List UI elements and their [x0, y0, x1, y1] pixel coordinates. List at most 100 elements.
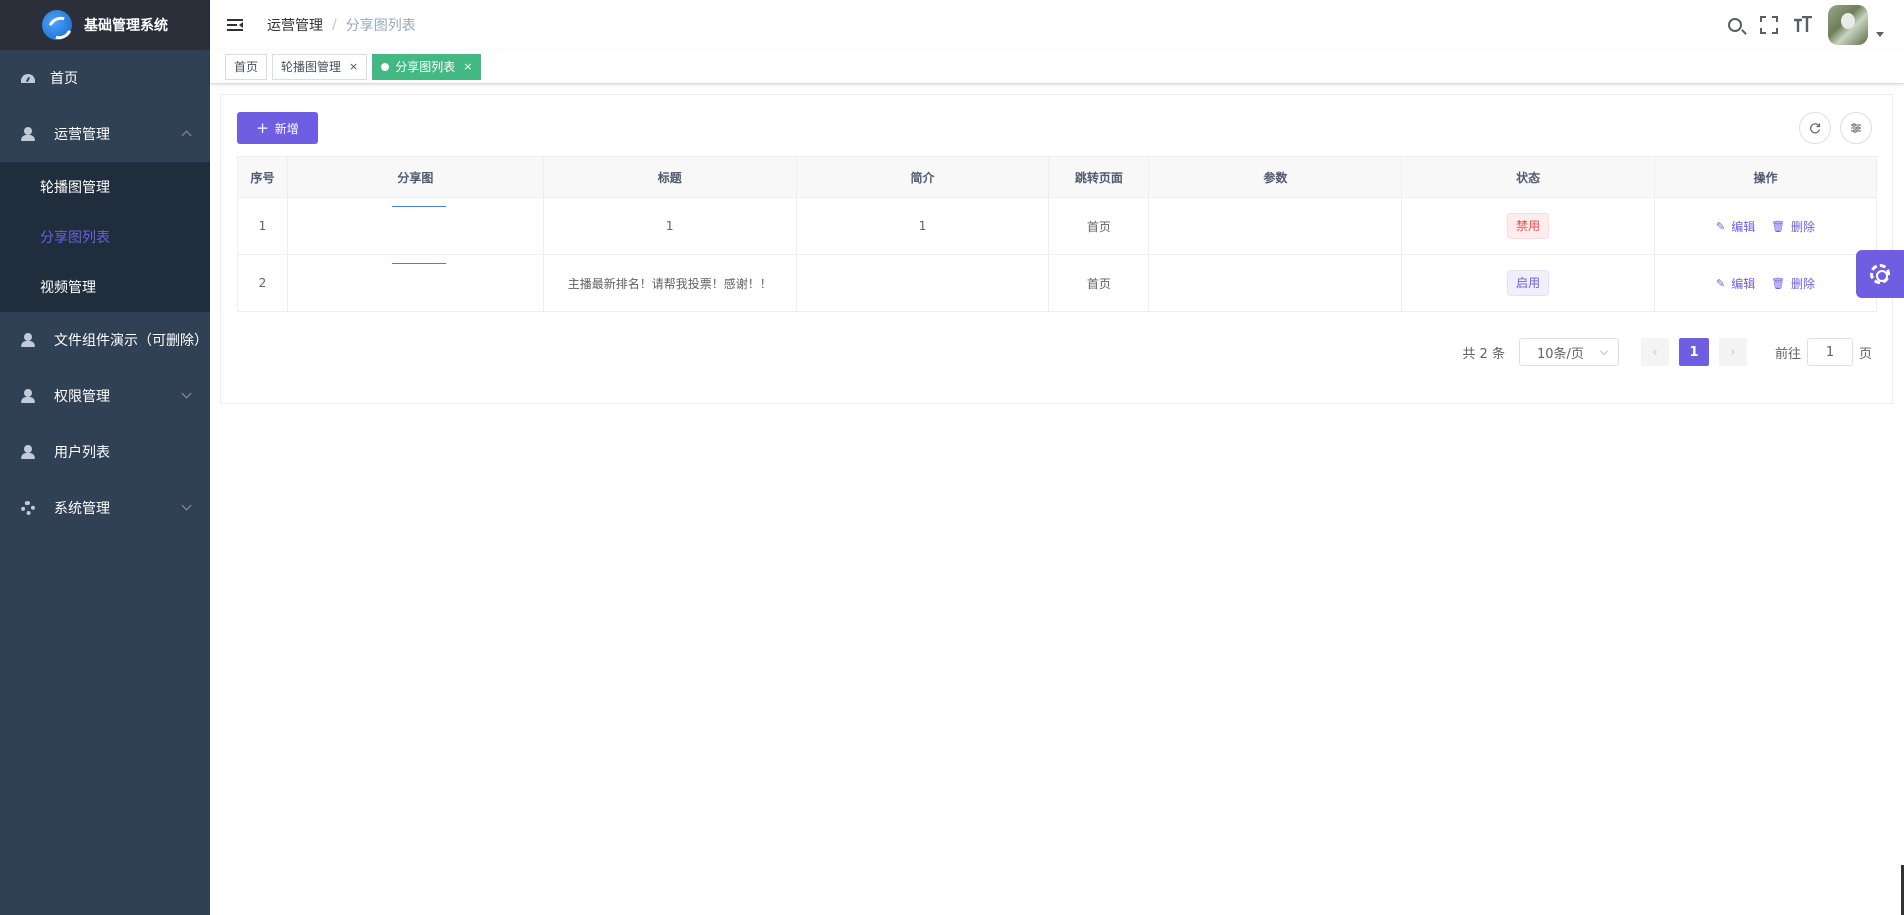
column-header[interactable]: 标题 [542, 156, 797, 198]
logo-icon [42, 10, 72, 40]
active-dot-icon [381, 62, 390, 71]
breadcrumb: 运营管理 / 分享图列表 [267, 15, 416, 35]
settings-button[interactable] [1856, 250, 1904, 298]
breadcrumb-item: 运营管理 [267, 18, 323, 34]
fullscreen-icon[interactable] [1758, 14, 1780, 36]
gear-icon [1870, 264, 1890, 284]
sidebar-item-share-images[interactable]: 分享图列表 [0, 212, 210, 262]
sidebar-item-label: 系统管理 [54, 501, 110, 517]
edit-label: 编辑 [1731, 219, 1756, 234]
page-size-value: 10条/页 [1536, 346, 1584, 362]
delete-button[interactable]: 🗑 删除 [1771, 275, 1815, 292]
sidebar-item-label: 首页 [50, 71, 78, 87]
sidebar-item-label: 运营管理 [54, 127, 110, 143]
avatar[interactable] [1828, 5, 1868, 45]
sidebar-item-permissions[interactable]: 权限管理 [0, 368, 210, 424]
table-row: 2 主播最新排名！请帮我投票！感谢！！ 首页 启用 ✎ 编辑 🗑 删除 [237, 254, 1877, 312]
sidebar-item-users[interactable]: 用户列表 [0, 424, 210, 480]
sidebar-item-videos[interactable]: 视频管理 [0, 262, 210, 312]
column-header[interactable]: 简介 [795, 156, 1050, 198]
sidebar-item-label: 视频管理 [40, 280, 96, 296]
cell-share-image[interactable] [286, 254, 544, 312]
app-title: 基础管理系统 [84, 18, 168, 34]
close-icon[interactable]: × [349, 60, 358, 73]
column-header[interactable]: 跳转页面 [1048, 156, 1150, 198]
breadcrumb-item-current: 分享图列表 [345, 18, 416, 34]
submenu-operations: 轮播图管理 分享图列表 视频管理 [0, 162, 210, 312]
column-header[interactable]: 分享图 [286, 156, 544, 198]
navbar: 运营管理 / 分享图列表 [210, 0, 1904, 50]
cell-actions: ✎ 编辑 🗑 删除 [1654, 197, 1877, 255]
user-icon [20, 332, 36, 348]
edit-icon: ✎ [1716, 276, 1726, 290]
image-thumbnail[interactable] [391, 263, 446, 264]
sidebar-item-label: 权限管理 [54, 389, 110, 405]
table-header-row: 序号 分享图 标题 简介 跳转页面 参数 状态 操作 [237, 156, 1877, 198]
tag-carousel[interactable]: 轮播图管理 × [272, 53, 368, 80]
status-badge: 启用 [1507, 270, 1550, 296]
pagination: 共 2 条 10条/页 ‹ 1 › 前往 1 页 [1462, 338, 1872, 366]
sidebar-item-home[interactable]: 首页 [0, 50, 210, 106]
trash-icon: 🗑 [1771, 219, 1786, 233]
hamburger-icon[interactable] [227, 18, 243, 32]
image-thumbnail[interactable] [391, 206, 446, 207]
font-size-icon[interactable] [1792, 14, 1814, 36]
tag-label: 首页 [234, 60, 259, 74]
sidebar-item-label: 用户列表 [54, 445, 110, 461]
goto-page-input[interactable]: 1 [1806, 338, 1853, 366]
sidebar-item-file-demo[interactable]: 文件组件演示（可删除） [0, 312, 210, 368]
next-page-button[interactable]: › [1718, 338, 1747, 366]
sidebar-item-label: 文件组件演示（可删除） [54, 333, 208, 349]
tag-share-images[interactable]: 分享图列表 × [372, 53, 482, 80]
cell-title: 1 [542, 197, 797, 255]
tag-label: 分享图列表 [395, 60, 456, 74]
chevron-down-icon [181, 388, 192, 399]
edit-button[interactable]: ✎ 编辑 [1716, 275, 1755, 292]
search-icon[interactable] [1724, 14, 1746, 36]
sidebar-item-system[interactable]: 系统管理 [0, 480, 210, 536]
tag-label: 轮播图管理 [281, 60, 342, 74]
column-header[interactable]: 状态 [1401, 156, 1656, 198]
refresh-icon [1810, 123, 1821, 134]
user-icon [20, 126, 36, 142]
dashboard-icon [20, 70, 36, 86]
prev-page-button[interactable]: ‹ [1640, 338, 1669, 366]
caret-down-icon[interactable] [1876, 31, 1884, 37]
column-settings-button[interactable] [1840, 112, 1872, 144]
breadcrumb-separator: / [332, 17, 337, 33]
add-button[interactable]: + 新增 [237, 112, 318, 144]
cell-share-image[interactable] [286, 197, 544, 255]
page-number-button[interactable]: 1 [1678, 338, 1709, 366]
cell-page: 首页 [1048, 197, 1150, 255]
chevron-up-icon [181, 130, 192, 141]
delete-button[interactable]: 🗑 删除 [1771, 218, 1815, 235]
close-icon[interactable]: × [463, 60, 472, 73]
edit-label: 编辑 [1731, 276, 1756, 291]
cell-status: 启用 [1401, 254, 1656, 312]
content-card: + 新增 序号 分享图 标题 简介 跳转页面 参数 状态 操作 1 1 1 首页… [220, 94, 1893, 404]
cell-intro: 1 [795, 197, 1050, 255]
edit-button[interactable]: ✎ 编辑 [1716, 218, 1755, 235]
column-header[interactable]: 操作 [1654, 156, 1877, 198]
cell-page: 首页 [1048, 254, 1150, 312]
page-goto: 前往 1 页 [1775, 338, 1872, 366]
refresh-button[interactable] [1799, 112, 1831, 144]
navbar-actions [1712, 0, 1884, 50]
cell-title: 主播最新排名！请帮我投票！感谢！！ [542, 254, 797, 312]
sidebar-item-carousel[interactable]: 轮播图管理 [0, 162, 210, 212]
cell-intro [795, 254, 1050, 312]
chevron-down-icon [181, 500, 192, 511]
app-logo[interactable]: 基础管理系统 [0, 0, 210, 50]
sidebar-item-label: 分享图列表 [40, 230, 110, 246]
gear-icon [20, 500, 36, 516]
trash-icon: 🗑 [1771, 276, 1786, 290]
page-size-select[interactable]: 10条/页 [1518, 338, 1619, 366]
sidebar: 基础管理系统 首页 运营管理 轮播图管理 分享图列表 视频管理 文件组件演示（可… [0, 0, 210, 915]
tag-home[interactable]: 首页 [225, 53, 268, 80]
column-header[interactable]: 序号 [237, 156, 288, 198]
sidebar-item-operations[interactable]: 运营管理 [0, 106, 210, 162]
edit-icon: ✎ [1716, 219, 1726, 233]
add-button-label: 新增 [274, 121, 299, 136]
column-header[interactable]: 参数 [1148, 156, 1403, 198]
sidebar-item-label: 轮播图管理 [40, 180, 110, 196]
